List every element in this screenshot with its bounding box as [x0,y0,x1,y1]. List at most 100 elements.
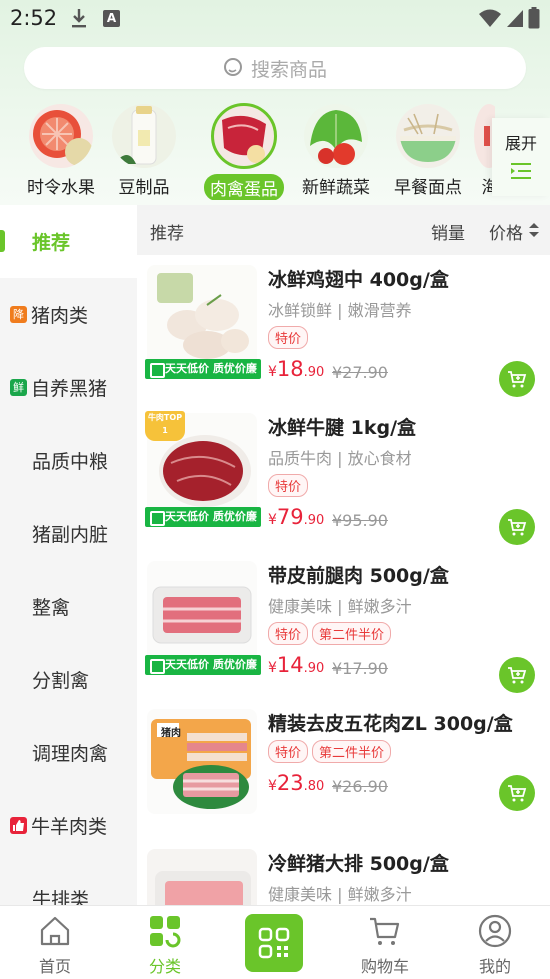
category-strip: 时令水果 豆制品 肉禽蛋品 新鲜蔬菜 早餐面点 海 [0,100,495,200]
price-drop-badge: 降 [10,306,27,323]
search-bar[interactable]: 搜索商品 [24,47,526,89]
bottom-navigation: 首页 分类 购物车 我的 [0,905,550,979]
promo-banner: 天天低价 质优价廉 [145,359,261,379]
add-to-cart-button[interactable] [499,775,535,811]
add-to-cart-button[interactable] [499,361,535,397]
cart-icon [508,371,527,388]
vegetable-category-image [304,104,368,168]
price-integer: 18 [276,357,304,381]
product-tags: 特价 第二件半价 [268,740,392,763]
nav-label: 首页 [38,957,71,976]
pork-chop-image [147,849,257,905]
special-price-tag: 特价 [268,740,309,763]
original-price: ¥17.90 [332,659,388,678]
price-integer: 79 [276,505,304,529]
add-to-cart-button[interactable] [499,657,535,693]
cart-icon [508,667,527,684]
notification-app-icon: A [103,10,120,27]
category-item-tofu[interactable]: 豆制品 [98,100,190,198]
nav-cart[interactable]: 购物车 [330,906,440,977]
expand-label: 展开 [504,134,537,153]
nav-profile[interactable]: 我的 [440,906,550,977]
product-price: ¥18.90 [268,357,324,381]
package-label: 猪肉 [161,728,181,739]
nav-home[interactable]: 首页 [0,906,110,977]
shopping-cart-icon [370,917,400,945]
sidebar-item-label: 分割禽 [32,670,90,692]
product-card[interactable]: 天天低价 质优价廉 冰鲜鸡翅中 400g/盒 冰鲜锁鲜 | 嫩滑营养 特价 ¥1… [137,255,550,403]
category-item-breakfast[interactable]: 早餐面点 [382,100,474,198]
sidebar-item-pork[interactable]: 降 猪肉类 [0,278,137,351]
product-price: ¥79.90 [268,505,324,529]
product-title: 冰鲜鸡翅中 400g/盒 [268,269,449,291]
home-icon [40,916,70,946]
special-price-tag: 特价 [268,326,309,349]
category-grid-icon [150,916,181,948]
category-item-vegetable[interactable]: 新鲜蔬菜 [290,100,382,198]
category-label: 早餐面点 [394,178,462,198]
expand-categories-button[interactable]: 展开 [492,118,550,196]
price-currency: ¥ [268,778,277,794]
product-subtitle: 冰鲜锁鲜 | 嫩滑营养 [268,301,412,320]
battery-icon [528,7,540,29]
scan-code-button[interactable] [245,914,303,972]
category-sidebar: 推荐 降 猪肉类 鲜 自养黑猪 品质中粮 猪副内脏 整禽 分割禽 调理肉禽 牛羊… [0,205,137,911]
sort-recommend[interactable]: 推荐 [150,219,184,244]
product-card[interactable]: 牛肉TOP 1 天天低价 质优价廉 冰鲜牛腱 1kg/盒 品质牛肉 | 放心食材… [137,403,550,551]
product-title: 冰鲜牛腱 1kg/盒 [268,417,417,439]
price-decimal: .90 [303,513,325,528]
product-price: ¥14.90 [268,653,324,677]
product-card[interactable]: 冷鲜猪大排 500g/盒 健康美味 | 鲜嫩多汁 [137,839,550,905]
wifi-icon [479,9,501,27]
product-card[interactable]: 天天低价 质优价廉 带皮前腿肉 500g/盒 健康美味 | 鲜嫩多汁 特价 第二… [137,551,550,699]
special-price-tag: 特价 [268,622,309,645]
thumbs-up-icon [10,817,27,834]
noodle-category-image [396,104,460,168]
sidebar-item-label: 推荐 [32,232,71,254]
product-subtitle: 品质牛肉 | 放心食材 [268,449,412,468]
product-tags: 特价 [268,326,309,349]
fruit-category-image [29,104,93,168]
price-currency: ¥ [268,364,277,380]
status-time: 2:52 [10,6,58,30]
sidebar-item-recommend[interactable]: 推荐 [0,205,137,278]
cart-icon [508,519,527,536]
special-price-tag: 特价 [268,474,309,497]
signal-icon [507,10,523,27]
product-subtitle: 健康美味 | 鲜嫩多汁 [268,597,412,616]
category-item-fruit[interactable]: 时令水果 [15,100,107,198]
nav-category[interactable]: 分类 [110,906,220,977]
search-placeholder: 搜索商品 [250,58,327,81]
nav-label: 我的 [478,957,511,976]
status-bar: 2:52 A [0,0,550,38]
product-title: 带皮前腿肉 500g/盒 [268,565,449,587]
nav-label: 购物车 [360,957,409,976]
sidebar-item-offal[interactable]: 猪副内脏 [0,497,137,570]
qr-code-icon [258,927,290,959]
category-label: 豆制品 [118,178,170,198]
product-card[interactable]: 猪肉 精装去皮五花肉ZL 300g/盒 特价 第二件半价 ¥23.80 ¥26.… [137,699,550,847]
second-half-price-tag: 第二件半价 [312,740,392,763]
ranking-ribbon: 牛肉TOP 1 [145,411,185,441]
list-icon [511,163,531,179]
sort-price[interactable]: 价格 [489,219,523,244]
sidebar-item-cut-poultry[interactable]: 分割禽 [0,643,137,716]
sidebar-item-label: 猪肉类 [31,305,89,327]
sidebar-item-whole-poultry[interactable]: 整禽 [0,570,137,643]
sort-sales[interactable]: 销量 [431,219,465,244]
cart-icon [508,785,527,802]
category-item-meat[interactable]: 肉禽蛋品 [198,100,290,200]
sidebar-item-beef-lamb[interactable]: 牛羊肉类 [0,789,137,862]
sidebar-item-label: 整禽 [32,597,71,619]
sidebar-item-prepared-meat[interactable]: 调理肉禽 [0,716,137,789]
search-icon [223,58,242,76]
sidebar-item-black-pork[interactable]: 鲜 自养黑猪 [0,351,137,424]
download-icon [72,9,86,28]
sidebar-item-cofco[interactable]: 品质中粮 [0,424,137,497]
add-to-cart-button[interactable] [499,509,535,545]
price-decimal: .80 [303,779,325,794]
meat-category-image [211,103,277,169]
original-price: ¥26.90 [332,777,388,796]
sidebar-item-label: 牛羊肉类 [31,816,108,838]
price-decimal: .90 [303,661,325,676]
